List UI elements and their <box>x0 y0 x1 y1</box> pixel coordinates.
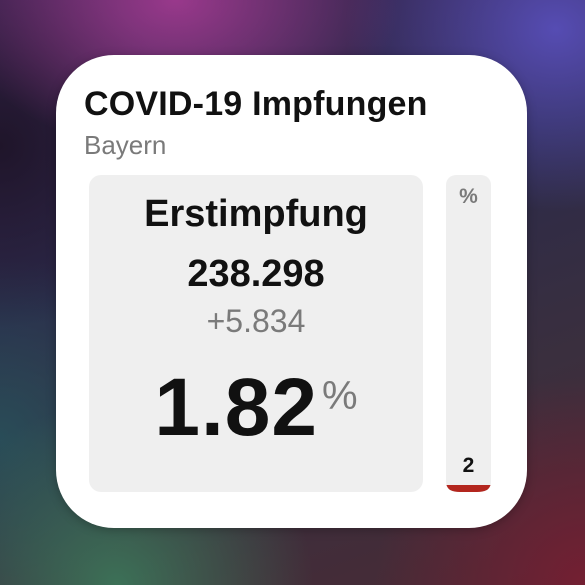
dose-label: Erstimpfung <box>144 193 368 235</box>
progress-value-label: 2 <box>462 454 475 477</box>
daily-change: +5.834 <box>206 303 306 339</box>
covid-vaccination-widget[interactable]: COVID-19 Impfungen Bayern Erstimpfung 23… <box>56 55 527 528</box>
progress-unit-label: % <box>459 185 478 208</box>
percentage-row: 1.82% <box>89 361 423 455</box>
progress-fill <box>446 485 491 492</box>
region-label: Bayern <box>84 130 167 160</box>
vaccination-percentage: 1.82 <box>154 362 319 453</box>
first-dose-panel: Erstimpfung 238.298 +5.834 1.82% <box>89 175 423 492</box>
percentage-unit: % <box>322 374 358 418</box>
total-vaccinations: 238.298 <box>187 253 325 295</box>
widget-title: COVID-19 Impfungen <box>84 85 428 123</box>
percentage-progress-bar: % 2 <box>446 175 491 492</box>
